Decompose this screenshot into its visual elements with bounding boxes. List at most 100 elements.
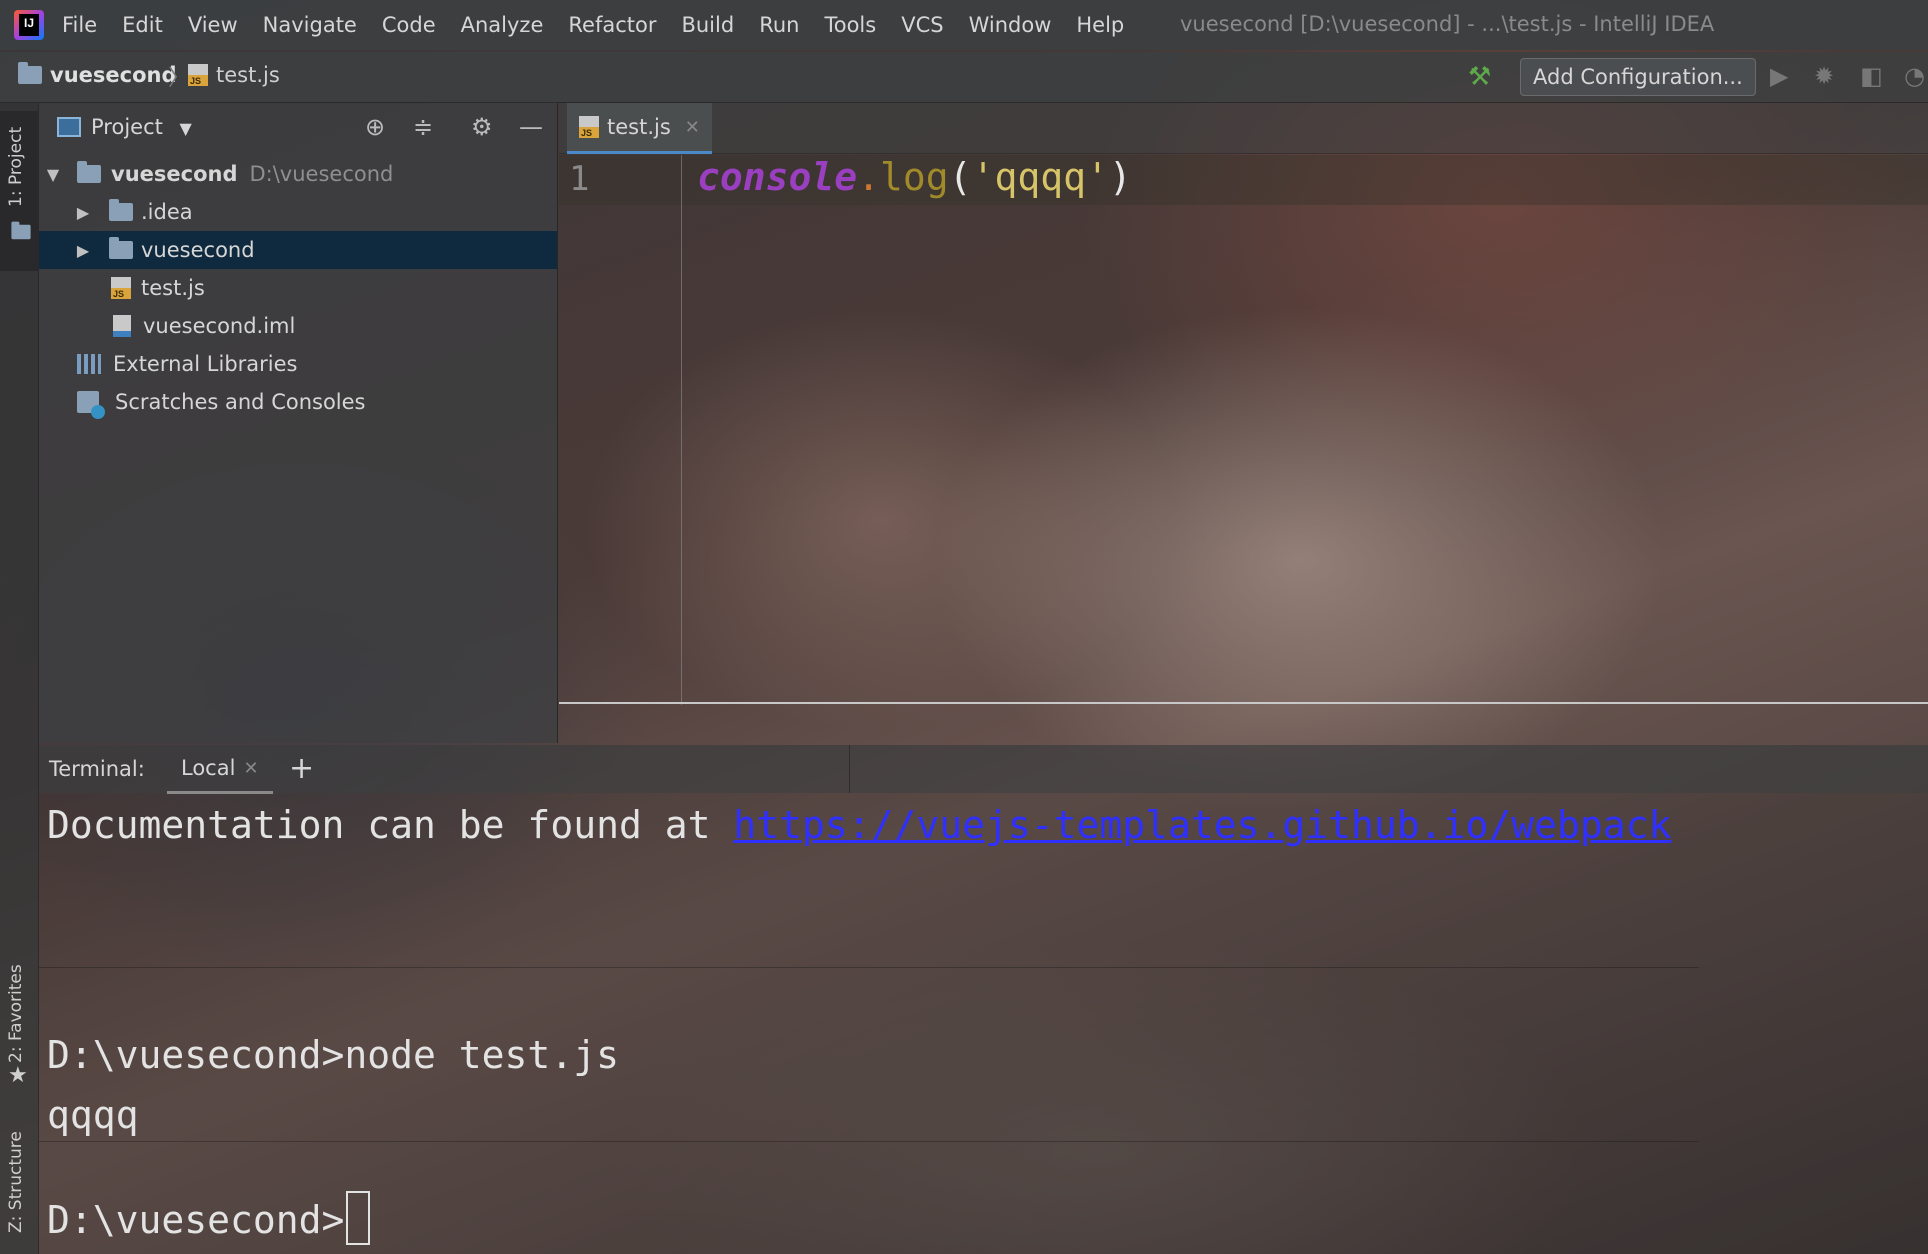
tree-root-vuesecond[interactable]: ▼ vuesecond D:\vuesecond — [39, 155, 557, 193]
terminal-cursor — [346, 1191, 371, 1245]
tree-item-iml[interactable]: vuesecond.iml — [39, 307, 557, 345]
window-title: vuesecond [D:\vuesecond] - ...\test.js -… — [1180, 12, 1715, 36]
run-icon[interactable]: ▶ — [1770, 62, 1788, 90]
expanded-arrow-icon[interactable]: ▼ — [43, 165, 63, 184]
folder-icon — [109, 199, 133, 221]
tree-root-label: vuesecond — [111, 162, 238, 186]
favorites-star-icon: ★ — [8, 1063, 28, 1088]
menu-edit[interactable]: Edit — [122, 13, 163, 37]
editor-tab-label: test.js — [607, 115, 671, 139]
breadcrumb-project[interactable]: vuesecond — [18, 62, 177, 87]
build-hammer-icon[interactable]: ⚒ — [1468, 62, 1491, 92]
menu-tools[interactable]: Tools — [824, 13, 876, 37]
terminal-output-line: qqqq — [47, 1093, 139, 1137]
left-tool-strip: 1: Project 2: Favorites ★ Z: Structure — [0, 103, 39, 1254]
menu-view[interactable]: View — [188, 13, 238, 37]
menu-help[interactable]: Help — [1076, 13, 1124, 37]
project-tool-folder-icon — [11, 221, 31, 240]
js-file-icon — [579, 116, 599, 138]
project-view-icon — [57, 117, 81, 137]
code-token-string: 'qqqq' — [971, 155, 1109, 199]
terminal-prompt-line[interactable]: D:\vuesecond> — [47, 1191, 371, 1245]
code-token-dot: . — [857, 155, 881, 199]
menu-build[interactable]: Build — [681, 13, 734, 37]
terminal-separator — [39, 967, 1699, 968]
structure-tool-tab[interactable]: Z: Structure — [6, 1131, 26, 1233]
menu-vcs[interactable]: VCS — [901, 13, 943, 37]
menu-navigate[interactable]: Navigate — [263, 13, 357, 37]
close-icon[interactable]: ✕ — [685, 117, 700, 138]
terminal-tab-label: Local — [181, 756, 236, 780]
code-token-close-paren: ) — [1108, 155, 1132, 199]
menu-bar: File Edit View Navigate Code Analyze Ref… — [0, 0, 1928, 50]
new-terminal-plus-icon[interactable]: + — [289, 751, 314, 786]
folder-icon — [109, 237, 133, 259]
editor-area: test.js ✕ 1 console.log('qqqq') — [559, 103, 1928, 743]
tree-item-label: Scratches and Consoles — [115, 390, 366, 414]
gutter-divider — [681, 155, 682, 705]
terminal-panel: Terminal: Local ✕ + Documentation can be… — [39, 745, 1928, 1254]
code-text[interactable]: console.log('qqqq') — [697, 155, 1132, 199]
navigation-bar: vuesecond 〉 test.js ⚒ Add Configuration.… — [0, 52, 1928, 103]
js-file-icon — [188, 64, 208, 86]
tree-item-label: External Libraries — [113, 352, 298, 376]
collapse-all-icon[interactable]: ≑ — [413, 113, 433, 141]
profile-icon[interactable]: ◔ — [1904, 62, 1925, 90]
coverage-icon[interactable]: ◧ — [1860, 62, 1883, 90]
terminal-prompt: D:\vuesecond> — [47, 1198, 345, 1242]
project-panel-header: Project ▼ ⊕ ≑ ⚙ — — [39, 103, 557, 153]
terminal-header: Terminal: Local ✕ + — [39, 745, 1928, 794]
project-tool-tab-label[interactable]: 1: Project — [6, 127, 26, 207]
gear-icon[interactable]: ⚙ — [471, 113, 493, 141]
collapsed-arrow-icon[interactable]: ▶ — [73, 241, 93, 260]
debug-icon[interactable]: ✹ — [1814, 62, 1834, 90]
documentation-link[interactable]: https://vuejs-templates.github.io/webpac… — [733, 803, 1671, 847]
terminal-header-divider — [849, 745, 850, 793]
locate-file-icon[interactable]: ⊕ — [365, 113, 385, 141]
menu-refactor[interactable]: Refactor — [568, 13, 656, 37]
collapsed-arrow-icon[interactable]: ▶ — [73, 203, 93, 222]
chevron-down-icon: ▼ — [179, 119, 192, 138]
menu-run[interactable]: Run — [759, 13, 799, 37]
favorites-tool-tab[interactable]: 2: Favorites — [6, 964, 26, 1063]
iml-file-icon — [113, 315, 131, 337]
breadcrumb-separator-icon: 〉 — [168, 66, 191, 91]
terminal-doc-prefix: Documentation can be found at — [47, 803, 734, 847]
tree-root-path: D:\vuesecond — [249, 162, 394, 186]
js-file-icon — [111, 277, 131, 299]
menu-window[interactable]: Window — [969, 13, 1052, 37]
hide-panel-icon[interactable]: — — [519, 113, 543, 141]
tree-item-idea[interactable]: ▶ .idea — [39, 193, 557, 231]
tree-item-test-js[interactable]: test.js — [39, 269, 557, 307]
close-icon[interactable]: ✕ — [243, 758, 258, 779]
tree-item-vuesecond[interactable]: ▶ vuesecond — [39, 231, 557, 269]
line-number: 1 — [569, 159, 590, 199]
terminal-separator — [39, 1141, 1699, 1142]
terminal-label: Terminal: — [49, 757, 145, 781]
breadcrumb-file[interactable]: test.js — [188, 63, 280, 87]
tree-item-label: vuesecond.iml — [143, 314, 296, 338]
current-line[interactable]: 1 console.log('qqqq') — [559, 155, 1928, 205]
project-view-label: Project — [91, 115, 163, 139]
menu-file[interactable]: File — [62, 13, 97, 37]
editor-tab-strip: test.js ✕ — [559, 103, 1928, 154]
terminal-command-line: D:\vuesecond>node test.js — [47, 1033, 619, 1077]
library-icon — [77, 354, 101, 374]
code-token-function: log — [880, 155, 949, 199]
menu-analyze[interactable]: Analyze — [461, 13, 544, 37]
breadcrumb-project-label: vuesecond — [50, 63, 177, 87]
editor-bottom-border — [559, 702, 1928, 704]
intellij-logo-icon — [14, 10, 44, 40]
tree-item-scratches[interactable]: Scratches and Consoles — [39, 383, 557, 421]
editor-tab-test-js[interactable]: test.js ✕ — [567, 103, 712, 154]
module-folder-icon — [77, 161, 101, 183]
project-panel: Project ▼ ⊕ ≑ ⚙ — ▼ vuesecond D:\vueseco… — [39, 103, 558, 743]
tree-item-label: vuesecond — [141, 238, 255, 262]
tree-item-external-libraries[interactable]: External Libraries — [39, 345, 557, 383]
scratches-icon — [77, 391, 105, 419]
add-configuration-button[interactable]: Add Configuration... — [1520, 58, 1756, 96]
project-folder-icon — [18, 62, 42, 84]
project-view-selector[interactable]: Project ▼ — [91, 115, 192, 139]
menu-code[interactable]: Code — [382, 13, 436, 37]
terminal-tab-local[interactable]: Local ✕ — [167, 745, 273, 794]
